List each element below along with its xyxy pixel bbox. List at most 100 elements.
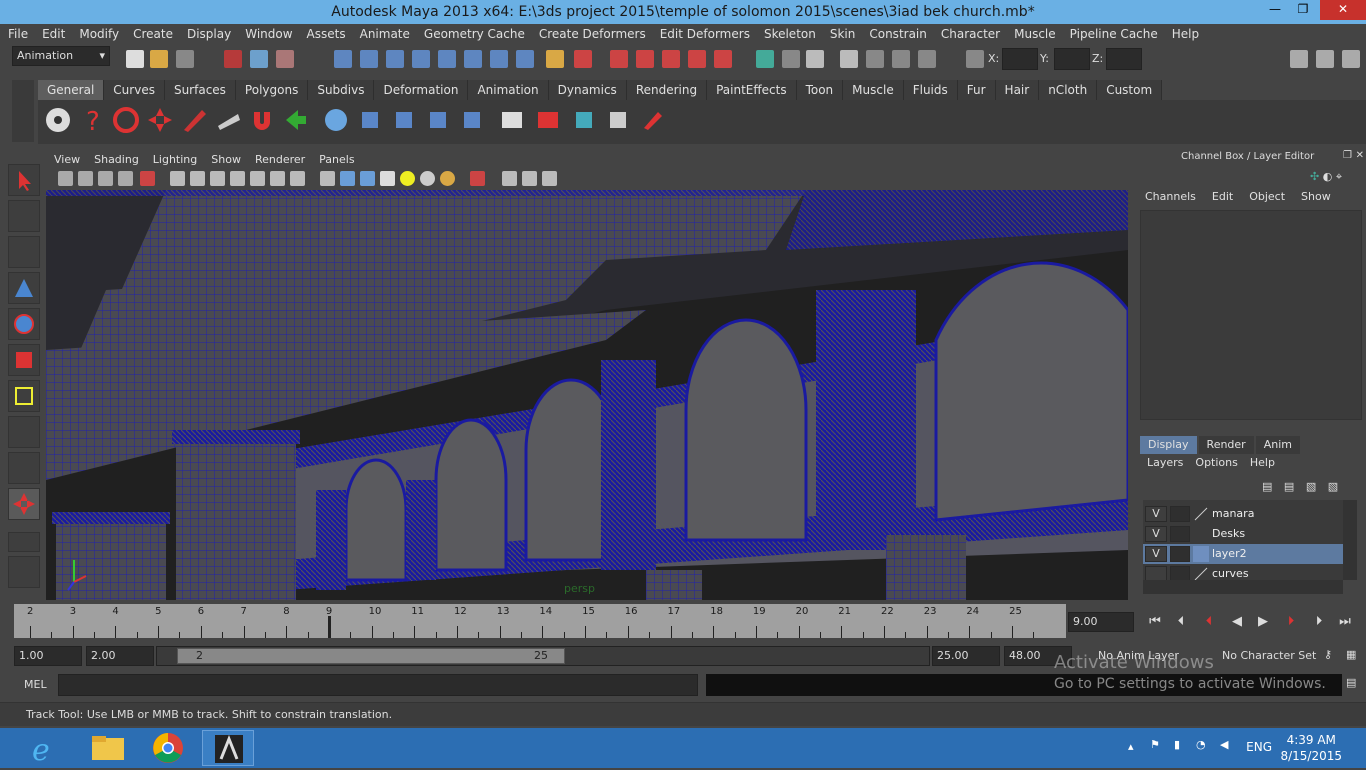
z-field[interactable]	[1106, 48, 1142, 70]
playback-start-field[interactable]: 2.00	[86, 646, 154, 666]
shelf-menu-button[interactable]	[12, 80, 34, 142]
track-tool[interactable]	[8, 488, 40, 520]
scale-tool[interactable]	[8, 344, 40, 376]
magnet-icon[interactable]	[248, 106, 276, 134]
key-icon[interactable]: ⚷	[1324, 648, 1332, 661]
help-question-icon[interactable]: ?	[78, 106, 106, 134]
menu-item-10[interactable]: Edit Deformers	[660, 27, 750, 41]
select-object-icon[interactable]	[250, 50, 268, 68]
layout-quad[interactable]	[8, 556, 40, 588]
menu-item-13[interactable]: Constrain	[869, 27, 927, 41]
lasso-tool[interactable]	[8, 200, 40, 232]
snap-point-icon[interactable]	[386, 50, 404, 68]
xray-joints-icon[interactable]	[522, 171, 537, 186]
camera-attr-icon[interactable]	[78, 171, 93, 186]
volume-icon[interactable]: ◀	[1220, 738, 1228, 751]
history-icon[interactable]	[464, 50, 482, 68]
pin-icon[interactable]: ⌖	[1336, 170, 1342, 183]
shelf-tab-toon[interactable]: Toon	[796, 80, 844, 100]
viewport-menu-item-2[interactable]: Lighting	[153, 153, 197, 166]
menu-item-7[interactable]: Animate	[360, 27, 410, 41]
move-layer-down-icon[interactable]: ▤	[1284, 480, 1294, 493]
menu-set-dropdown[interactable]: Animation ▾	[12, 46, 110, 66]
layer-visibility-toggle[interactable]: V	[1145, 546, 1167, 562]
ipr-render-icon[interactable]	[636, 50, 654, 68]
universal-manipulator-tool[interactable]	[8, 380, 40, 412]
brush-tool-icon[interactable]	[180, 106, 208, 134]
shelf-tab-polygons[interactable]: Polygons	[235, 80, 309, 100]
show-hidden-icons[interactable]: ▴	[1128, 740, 1134, 753]
shelf-tab-subdivs[interactable]: Subdivs	[308, 80, 375, 100]
xray-icon[interactable]	[502, 171, 517, 186]
transform-mode-icon[interactable]	[966, 50, 984, 68]
play-backwards-icon[interactable]: ◀	[1228, 614, 1246, 630]
step-forward-key-icon[interactable]: ⏵	[1310, 614, 1328, 630]
group-icon[interactable]	[604, 106, 632, 134]
render-view-icon[interactable]	[714, 50, 732, 68]
sculpt-tool-icon[interactable]	[214, 106, 242, 134]
anim-prefs-icon[interactable]: ▦	[1346, 648, 1356, 661]
float-icon[interactable]: ❐	[1343, 150, 1352, 161]
restore-button[interactable]: ❐	[1288, 0, 1318, 20]
shelf-tab-hair[interactable]: Hair	[995, 80, 1040, 100]
power-icon[interactable]: ▮	[1174, 738, 1180, 751]
channel-box-menu-item-0[interactable]: Channels	[1145, 190, 1196, 208]
layer-row[interactable]: V Desks	[1143, 524, 1343, 544]
y-field[interactable]	[1054, 48, 1090, 70]
ik-handle-icon[interactable]	[390, 106, 418, 134]
field-chart-icon[interactable]	[250, 171, 265, 186]
menu-item-6[interactable]: Assets	[307, 27, 346, 41]
shelf-tab-rendering[interactable]: Rendering	[626, 80, 708, 100]
layer-type-toggle[interactable]	[1170, 506, 1190, 522]
menu-item-2[interactable]: Modify	[79, 27, 119, 41]
layer-type-toggle[interactable]	[1170, 546, 1190, 562]
viewport-menu-item-1[interactable]: Shading	[94, 153, 139, 166]
move-tool[interactable]	[8, 272, 40, 304]
isolate-select-icon[interactable]	[470, 171, 485, 186]
snap-grid-icon[interactable]	[334, 50, 352, 68]
render-icon[interactable]	[534, 106, 562, 134]
film-reel-icon[interactable]	[44, 106, 72, 134]
layer-type-toggle[interactable]	[1170, 526, 1190, 542]
clock[interactable]: 4:39 AM 8/15/2015	[1280, 732, 1342, 764]
open-scene-icon[interactable]	[150, 50, 168, 68]
new-scene-icon[interactable]	[126, 50, 144, 68]
menu-item-3[interactable]: Create	[133, 27, 173, 41]
shadows-icon[interactable]	[420, 171, 435, 186]
file-explorer-icon[interactable]	[82, 730, 134, 766]
smooth-shade-icon[interactable]	[340, 171, 355, 186]
viewport-menu-item-3[interactable]: Show	[211, 153, 241, 166]
input-ops-icon[interactable]	[574, 50, 592, 68]
minimize-button[interactable]: —	[1260, 0, 1290, 20]
camera-icon[interactable]	[58, 171, 73, 186]
layer-color-swatch[interactable]	[1193, 566, 1209, 580]
menu-item-8[interactable]: Geometry Cache	[424, 27, 525, 41]
layer-visibility-toggle[interactable]: V	[1145, 526, 1167, 542]
current-frame-field[interactable]: 9.00	[1068, 612, 1134, 632]
high-quality-icon[interactable]	[440, 171, 455, 186]
channel-box-toggle-icon[interactable]	[1342, 50, 1360, 68]
layer-menu-item-2[interactable]: Help	[1250, 456, 1275, 474]
shelf-tab-curves[interactable]: Curves	[104, 80, 165, 100]
viewport-menu-item-0[interactable]: View	[54, 153, 80, 166]
shelf-tab-general[interactable]: General	[38, 80, 105, 100]
shelf-tab-deformation[interactable]: Deformation	[374, 80, 469, 100]
layer-scrollbar[interactable]	[1343, 500, 1357, 580]
menu-item-17[interactable]: Help	[1172, 27, 1199, 41]
bind-skin-icon[interactable]	[458, 106, 486, 134]
command-input[interactable]	[58, 674, 698, 696]
chrome-icon[interactable]	[142, 730, 194, 766]
range-slider[interactable]: 2 25	[156, 646, 930, 666]
wireframe-icon[interactable]	[320, 171, 335, 186]
step-forward-frame-icon[interactable]: ⏵	[1282, 614, 1300, 630]
layer-visibility-toggle[interactable]	[1145, 566, 1167, 580]
shelf-tab-surfaces[interactable]: Surfaces	[164, 80, 236, 100]
resolution-gate-icon[interactable]	[210, 171, 225, 186]
outliner-icon[interactable]	[840, 50, 858, 68]
soft-mod-tool[interactable]	[8, 416, 40, 448]
skeleton-icon[interactable]	[424, 106, 452, 134]
layer-visibility-toggle[interactable]: V	[1145, 506, 1167, 522]
select-component-icon[interactable]	[276, 50, 294, 68]
green-arrow-icon[interactable]	[282, 106, 310, 134]
layer-color-swatch[interactable]	[1193, 506, 1209, 522]
